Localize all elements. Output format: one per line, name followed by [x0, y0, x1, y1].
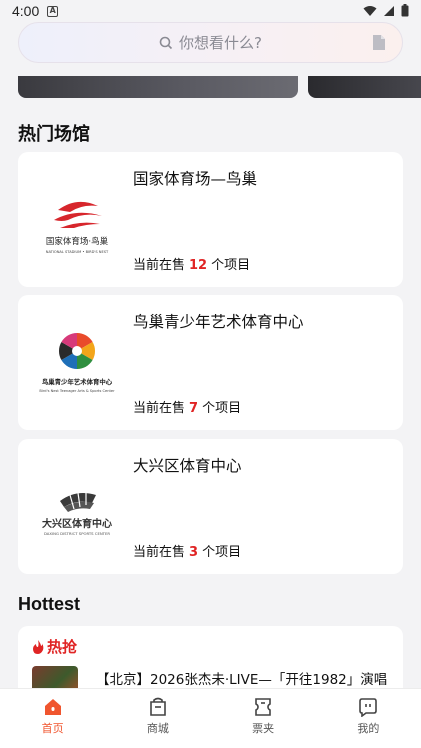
home-icon: [44, 699, 61, 715]
logo-text: 国家体育场·鸟巢: [46, 236, 109, 247]
venue-name: 鸟巢青少年艺术体育中心: [133, 313, 304, 331]
daxing-sports-center-logo: 大兴区体育中心 DAXING DISTRICT SPORTS CENTER: [42, 492, 112, 536]
count-number: 12: [189, 258, 208, 273]
document-icon[interactable]: [372, 34, 386, 51]
wifi-icon: [363, 5, 377, 16]
venue-name: 国家体育场—鸟巢: [133, 170, 258, 188]
banner-carousel[interactable]: [0, 76, 421, 100]
venue-count: 当前在售 12 个项目: [133, 254, 250, 273]
tab-label: 我的: [357, 722, 380, 735]
tab-tickets[interactable]: 票夹: [211, 689, 316, 748]
battery-icon: [401, 4, 409, 17]
count-number: 3: [189, 545, 199, 560]
logo-text: 鸟巢青少年艺术体育中心: [42, 377, 113, 386]
status-icons: [363, 4, 409, 17]
venue-count: 当前在售 3 个项目: [133, 541, 241, 560]
count-prefix: 当前在售: [133, 545, 186, 560]
logo-subtext: DAXING DISTRICT SPORTS CENTER: [44, 531, 110, 536]
venue-card[interactable]: 鸟巢青少年艺术体育中心 Bird's Nest Teenager Arts & …: [18, 295, 403, 430]
tab-shop[interactable]: 商城: [105, 689, 210, 748]
hottest-section-title: Hottest: [18, 594, 80, 614]
shop-icon: [150, 697, 166, 716]
search-icon: [159, 36, 173, 49]
hot-tag: 热抢: [32, 636, 77, 657]
venue-card[interactable]: 大兴区体育中心 DAXING DISTRICT SPORTS CENTER 大兴…: [18, 439, 403, 574]
count-prefix: 当前在售: [133, 258, 186, 273]
tab-profile[interactable]: 我的: [316, 689, 421, 748]
national-stadium-logo: 国家体育场·鸟巢 NATIONAL STADIUM • BIRD'S NEST: [46, 201, 109, 254]
venue-card[interactable]: 国家体育场·鸟巢 NATIONAL STADIUM • BIRD'S NEST …: [18, 152, 403, 287]
search-bar[interactable]: 你想看什么?: [18, 22, 403, 63]
logo-subtext: NATIONAL STADIUM • BIRD'S NEST: [46, 250, 109, 254]
count-suffix: 个项目: [202, 545, 242, 560]
status-time: 4:00: [12, 3, 40, 19]
banner-item[interactable]: [308, 76, 421, 98]
flame-icon: [33, 639, 44, 654]
tab-home[interactable]: 首页: [0, 689, 105, 748]
logo-text: 大兴区体育中心: [42, 517, 112, 530]
venue-name: 大兴区体育中心: [133, 457, 242, 475]
venues-section-title: 热门场馆: [18, 124, 90, 145]
count-suffix: 个项目: [202, 401, 242, 416]
teen-arts-center-logo: 鸟巢青少年艺术体育中心 Bird's Nest Teenager Arts & …: [39, 333, 115, 393]
logo-subtext: Bird's Nest Teenager Arts & Sports Cente…: [39, 389, 115, 393]
bottom-tab-bar: 首页 商城 票夹 我的: [0, 688, 421, 748]
count-suffix: 个项目: [211, 258, 251, 273]
status-bar: 4:00 A: [0, 0, 421, 22]
ticket-icon: [255, 698, 271, 716]
tab-label: 票夹: [252, 722, 275, 735]
banner-item[interactable]: [18, 76, 298, 98]
hot-tag-label: 热抢: [47, 638, 78, 656]
notification-a-icon: A: [47, 5, 59, 17]
count-number: 7: [189, 401, 199, 416]
tab-label: 首页: [41, 722, 64, 735]
profile-icon: [359, 698, 378, 717]
count-prefix: 当前在售: [133, 401, 186, 416]
event-title: 【北京】2026张杰未·LIVE—「开往1982」演唱: [96, 672, 388, 688]
tab-label: 商城: [146, 722, 169, 735]
search-placeholder: 你想看什么?: [179, 34, 262, 52]
venue-count: 当前在售 7 个项目: [133, 397, 241, 416]
signal-icon: [384, 5, 394, 16]
